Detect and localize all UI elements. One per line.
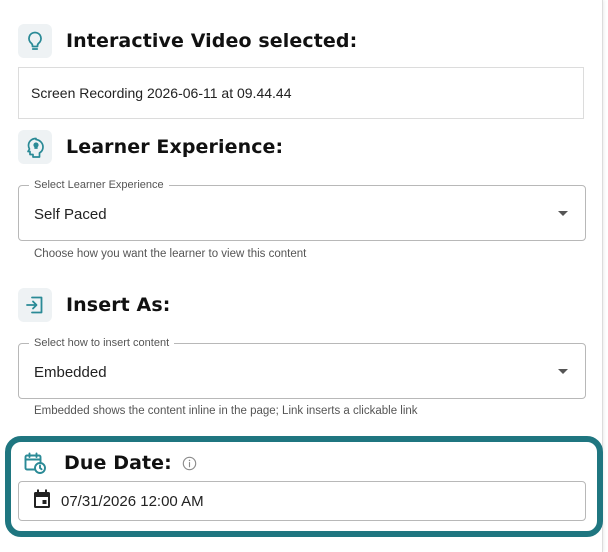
due-date-header: Due Date: <box>18 446 197 480</box>
dropdown-arrow-icon <box>558 211 568 216</box>
dropdown-arrow-icon <box>558 369 568 374</box>
due-date-input[interactable]: 07/31/2026 12:00 AM <box>18 481 586 521</box>
content-settings-panel: Interactive Video selected: Screen Recor… <box>0 0 603 552</box>
selected-content-value: Screen Recording 2026-06-11 at 09.44.44 <box>31 85 292 101</box>
info-icon[interactable] <box>182 456 197 471</box>
insert-as-helper: Embedded shows the content inline in the… <box>34 405 418 417</box>
lightbulb-icon <box>18 24 52 58</box>
learner-experience-header: Learner Experience: <box>18 130 283 164</box>
selected-content-header: Interactive Video selected: <box>18 24 357 58</box>
insert-arrow-icon <box>18 288 52 322</box>
selected-content-title: Interactive Video selected: <box>66 30 358 52</box>
due-date-value: 07/31/2026 12:00 AM <box>61 492 204 510</box>
head-lightbulb-icon <box>18 130 52 164</box>
calendar-icon[interactable] <box>33 489 51 513</box>
learner-experience-title: Learner Experience: <box>66 136 284 158</box>
insert-as-title: Insert As: <box>66 294 171 316</box>
insert-as-header: Insert As: <box>18 288 170 322</box>
learner-experience-value: Self Paced <box>34 205 107 223</box>
learner-experience-helper: Choose how you want the learner to view … <box>34 248 307 260</box>
due-date-title: Due Date: <box>64 452 172 474</box>
learner-experience-select[interactable]: Select Learner Experience Self Paced <box>18 178 586 241</box>
selected-content-name: Screen Recording 2026-06-11 at 09.44.44 <box>18 67 584 119</box>
insert-as-value: Embedded <box>34 363 107 381</box>
insert-as-select[interactable]: Select how to insert content Embedded <box>18 336 586 399</box>
calendar-clock-icon <box>18 446 52 480</box>
